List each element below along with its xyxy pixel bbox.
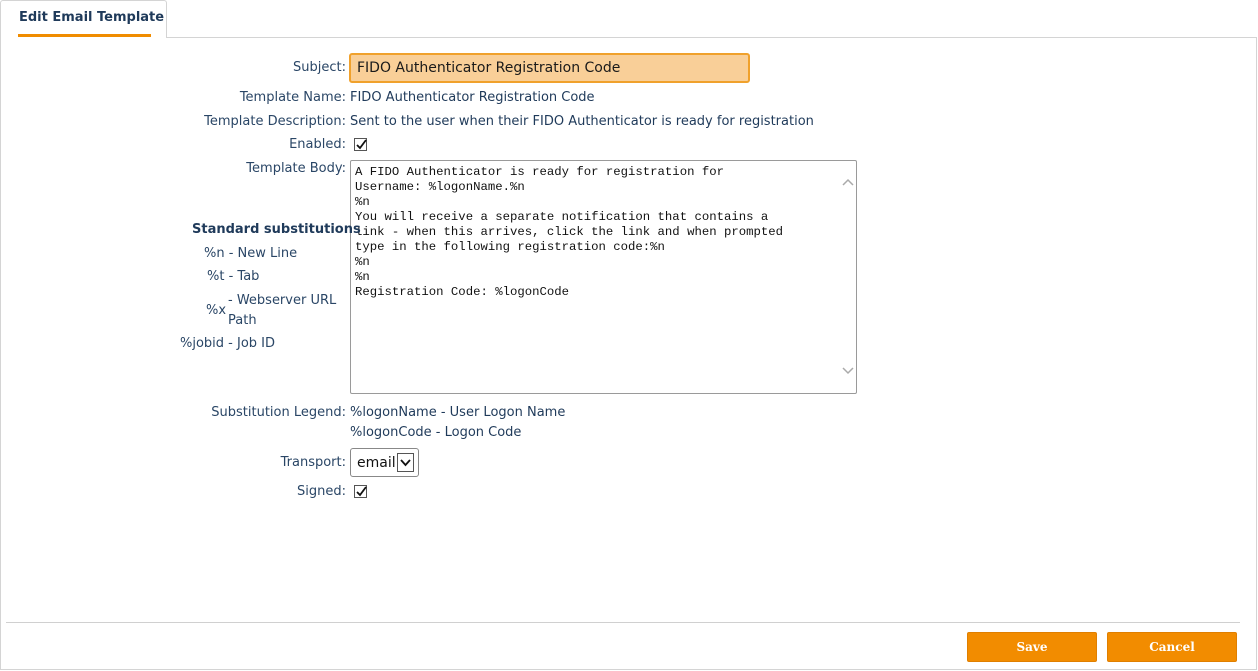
save-button[interactable]: Save [967,632,1097,662]
template-body-label: Template Body: [246,161,346,176]
legend-item: %logonName - User Logon Name [350,405,566,420]
scroll-down-icon[interactable] [841,366,855,376]
transport-selected-value: email [357,455,396,471]
signed-label: Signed: [297,484,346,499]
template-body-textarea[interactable]: A FIDO Authenticator is ready for regist… [350,160,857,394]
substitution-newline: %n - New Line [204,246,298,261]
enabled-checkbox[interactable] [354,138,367,151]
substitution-webserver-desc: - Webserver URL [228,293,337,308]
checkmark-icon [356,486,367,497]
signed-checkbox[interactable] [354,485,367,498]
transport-label: Transport: [280,455,346,470]
chevron-down-icon [400,459,411,467]
transport-select[interactable]: email [350,448,419,477]
scroll-up-icon[interactable] [841,177,855,187]
subject-label: Subject: [293,60,346,75]
select-dropdown-button[interactable] [397,453,414,472]
tab-label: Edit Email Template [19,10,165,25]
template-description-value: Sent to the user when their FIDO Authent… [350,114,814,129]
template-description-label: Template Description: [204,114,346,129]
substitution-webserver-desc-cont: Path [228,313,257,328]
standard-substitutions-title: Standard substitutions [192,222,361,237]
template-name-value: FIDO Authenticator Registration Code [350,90,595,105]
checkmark-icon [356,139,367,150]
footer-divider [6,622,1240,623]
substitution-jobid: %jobid - Job ID [180,336,276,351]
active-tab-indicator [18,34,151,37]
subject-input[interactable] [349,53,750,83]
substitution-tab: %t - Tab [207,269,260,284]
template-name-label: Template Name: [239,90,346,105]
substitution-legend-label: Substitution Legend: [211,405,346,420]
substitution-webserver-code: %x [206,303,227,318]
legend-item: %logonCode - Logon Code [350,425,522,440]
tab-edit-email-template[interactable]: Edit Email Template [0,0,167,38]
cancel-button[interactable]: Cancel [1107,632,1237,662]
enabled-label: Enabled: [289,137,346,152]
